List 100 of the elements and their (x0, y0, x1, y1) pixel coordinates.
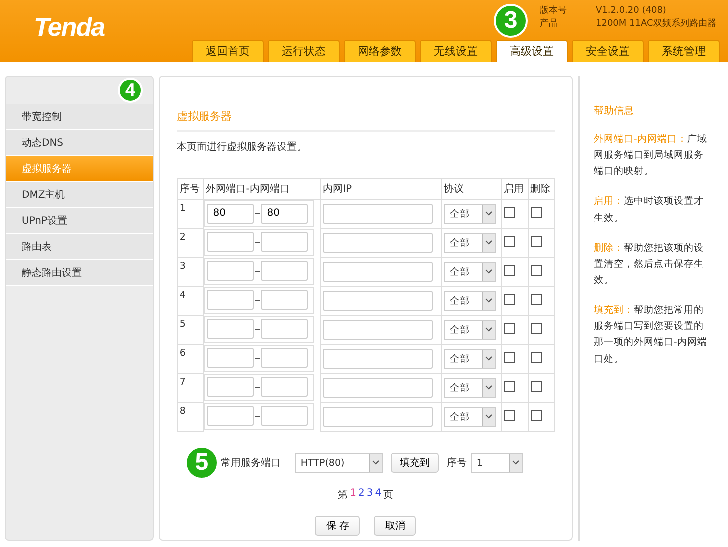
table-cell: 3 (177, 258, 204, 286)
delete-checkbox[interactable] (530, 265, 542, 276)
nav-tab[interactable]: 高级设置 (496, 40, 568, 62)
caret-icon (485, 298, 494, 304)
internal-port-field[interactable] (261, 261, 308, 281)
table-cell: 4 (177, 286, 204, 316)
save-button[interactable]: 保 存 (315, 516, 360, 536)
protocol-dropdown[interactable]: 全部 (444, 378, 496, 398)
external-port-field[interactable] (207, 290, 254, 310)
product-label: 产品 (540, 18, 558, 29)
caret-icon (485, 414, 494, 420)
fill-button[interactable]: 填充到 (390, 453, 439, 473)
protocol-dropdown[interactable]: 全部 (444, 407, 496, 427)
ip-field[interactable] (323, 291, 434, 311)
enable-checkbox[interactable] (504, 323, 516, 334)
external-port-field[interactable] (207, 406, 254, 426)
internal-port-field[interactable] (261, 232, 308, 252)
protocol-dropdown[interactable]: 全部 (444, 262, 496, 282)
ip-field[interactable] (323, 204, 434, 224)
protocol-dropdown[interactable]: 全部 (444, 349, 496, 369)
page-link[interactable]: 1 (350, 488, 357, 502)
external-port-field[interactable] (207, 232, 254, 252)
delete-checkbox[interactable] (530, 410, 542, 421)
enable-checkbox[interactable] (504, 265, 516, 276)
ip-field[interactable] (323, 407, 434, 427)
enable-checkbox[interactable] (504, 294, 516, 305)
sidebar-item[interactable]: UPnP设置 (6, 208, 153, 234)
external-port-field[interactable] (207, 377, 254, 397)
enable-checkbox[interactable] (504, 352, 516, 363)
internal-port-field[interactable] (261, 290, 308, 310)
internal-port-field[interactable] (261, 377, 308, 397)
external-port-field[interactable]: 80 (207, 204, 254, 224)
ip-field[interactable] (323, 262, 434, 282)
sidebar-item[interactable]: 带宽控制 (6, 104, 153, 130)
sidebar-item[interactable]: DMZ主机 (6, 182, 153, 208)
caret-icon (485, 327, 494, 333)
nav-tab[interactable]: 网络参数 (344, 40, 416, 62)
sidebar-item[interactable]: 静态路由设置 (6, 260, 153, 286)
index-dropdown[interactable]: 1 (470, 453, 523, 473)
caret-icon (485, 269, 494, 275)
ip-field[interactable] (323, 233, 434, 253)
help-title: 帮助信息 (594, 104, 635, 118)
protocol-dropdown[interactable]: 全部 (444, 291, 496, 311)
external-port-field[interactable] (207, 348, 254, 368)
column-header: 删除 (528, 178, 554, 200)
delete-checkbox[interactable] (530, 323, 542, 334)
column-header: 外网端口-内网端口 (204, 178, 321, 200)
table-cell: 7 (177, 374, 204, 402)
sidebar-item[interactable]: 路由表 (6, 234, 153, 260)
protocol-dropdown[interactable]: 全部 (444, 233, 496, 253)
step-badge: 5 (184, 446, 219, 480)
table-cell: 6 (177, 344, 204, 374)
nav-tab[interactable]: 运行状态 (268, 40, 340, 62)
product-value: 1200M 11AC双频系列路由器 (596, 18, 716, 30)
nav-tab[interactable]: 返回首页 (192, 40, 264, 62)
page-link[interactable]: 2 (358, 488, 365, 502)
logo: Tenda (34, 12, 105, 43)
nav-tab[interactable]: 系统管理 (648, 40, 720, 62)
delete-checkbox[interactable] (530, 207, 542, 218)
internal-port-field[interactable] (261, 406, 308, 426)
caret-icon (485, 211, 494, 217)
external-port-field[interactable] (207, 261, 254, 281)
internal-port-field[interactable] (261, 319, 308, 339)
nav-tab[interactable]: 安全设置 (572, 40, 644, 62)
help-text: 删除：帮助您把该项的设置清空，然后点击保存生效。 (594, 242, 705, 288)
sidebar-item[interactable]: 动态DNS (6, 130, 153, 156)
table-cell: 8 (177, 402, 204, 432)
table-cell: 2 (177, 228, 204, 258)
pager-text: 第 (338, 489, 348, 502)
protocol-dropdown[interactable]: 全部 (444, 204, 496, 224)
internal-port-field[interactable]: 80 (261, 204, 308, 224)
caret-icon (485, 240, 494, 246)
ip-field[interactable] (323, 320, 434, 340)
step-badge: 4 (118, 78, 143, 103)
enable-checkbox[interactable] (504, 410, 516, 421)
delete-checkbox[interactable] (530, 294, 542, 305)
enable-checkbox[interactable] (504, 207, 516, 218)
caret-icon (485, 385, 494, 391)
index-label: 序号 (446, 456, 467, 470)
external-port-field[interactable] (207, 319, 254, 339)
pager-text: 页 (384, 489, 394, 502)
delete-checkbox[interactable] (530, 381, 542, 392)
column-header: 序号 (177, 178, 204, 200)
ip-field[interactable] (323, 378, 434, 398)
description-text: 本页面进行虚拟服务器设置。 (176, 140, 308, 154)
help-text: 填充到：帮助您把常用的服务端口写到您要设置的那一项的外网端口-内网端口处。 (594, 304, 708, 367)
service-dropdown[interactable]: HTTP(80) (294, 453, 383, 473)
nav-tab[interactable]: 无线设置 (420, 40, 492, 62)
delete-checkbox[interactable] (530, 236, 542, 247)
enable-checkbox[interactable] (504, 236, 516, 247)
internal-port-field[interactable] (261, 348, 308, 368)
page-link[interactable]: 3 (366, 488, 374, 502)
ip-field[interactable] (323, 349, 434, 369)
column-header: 内网IP (320, 178, 442, 200)
protocol-dropdown[interactable]: 全部 (444, 320, 496, 340)
enable-checkbox[interactable] (504, 381, 516, 392)
cancel-button[interactable]: 取消 (374, 516, 416, 536)
delete-checkbox[interactable] (530, 352, 542, 363)
section-title: 虚拟服务器 (176, 109, 555, 132)
page-link[interactable]: 4 (375, 488, 382, 502)
